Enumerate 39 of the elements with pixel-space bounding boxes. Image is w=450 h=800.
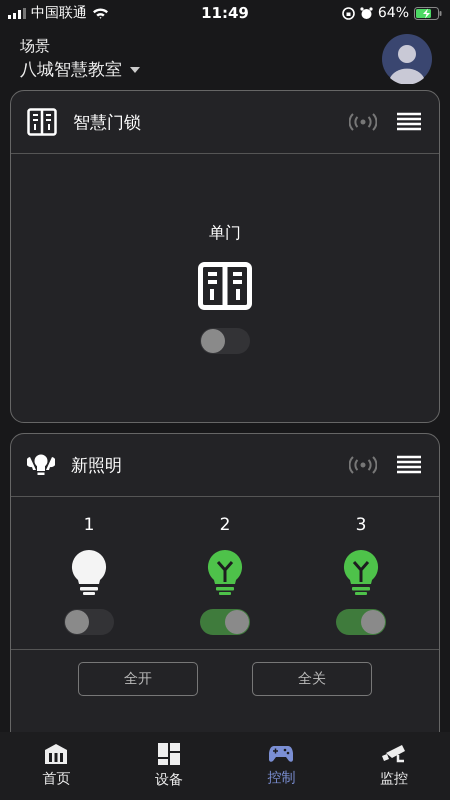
light-name: 1: [84, 515, 94, 535]
toggle-switch[interactable]: [64, 609, 114, 635]
light-name: 2: [220, 515, 230, 535]
menu-icon[interactable]: [397, 455, 421, 475]
tab[interactable]: 首页: [16, 744, 96, 788]
door-icon: [198, 262, 252, 310]
alarm-icon: [360, 6, 373, 20]
outline-button[interactable]: 全开: [78, 662, 198, 696]
signal-icon: [8, 8, 26, 18]
toggle-switch[interactable]: [200, 328, 250, 354]
security-camera-icon: [382, 744, 406, 764]
broadcast-icon[interactable]: [349, 456, 377, 474]
gamepad-icon: [269, 745, 294, 763]
tab[interactable]: 设备: [128, 743, 209, 789]
tab[interactable]: 监控: [354, 744, 434, 788]
toggle-switch[interactable]: [336, 609, 386, 635]
battery-percent: 64%: [378, 5, 409, 21]
menu-icon[interactable]: [397, 112, 421, 132]
avatar[interactable]: [382, 34, 432, 84]
wifi-icon: [92, 7, 109, 19]
light-name: 3: [356, 515, 366, 535]
status-time: 11:49: [201, 4, 249, 22]
grid-icon: [158, 743, 180, 765]
device-name: 单门: [209, 222, 241, 244]
card-title: 智慧门锁: [73, 112, 142, 134]
scene-label: 场景: [20, 37, 51, 56]
house-icon: [45, 744, 68, 764]
scene-dropdown[interactable]: 八城智慧教室: [20, 58, 140, 81]
rotation-lock-icon: [342, 6, 355, 20]
outline-button[interactable]: 全关: [252, 662, 372, 696]
door-icon: [27, 108, 57, 136]
broadcast-icon[interactable]: [349, 113, 377, 131]
carrier-name: 中国联通: [31, 4, 87, 22]
battery-charging-icon: [414, 6, 442, 20]
bulbs-icon: [27, 454, 55, 476]
toggle-switch[interactable]: [200, 609, 250, 635]
tab[interactable]: 控制: [241, 745, 322, 787]
card-title: 新照明: [71, 454, 123, 476]
caret-icon: [130, 66, 140, 72]
